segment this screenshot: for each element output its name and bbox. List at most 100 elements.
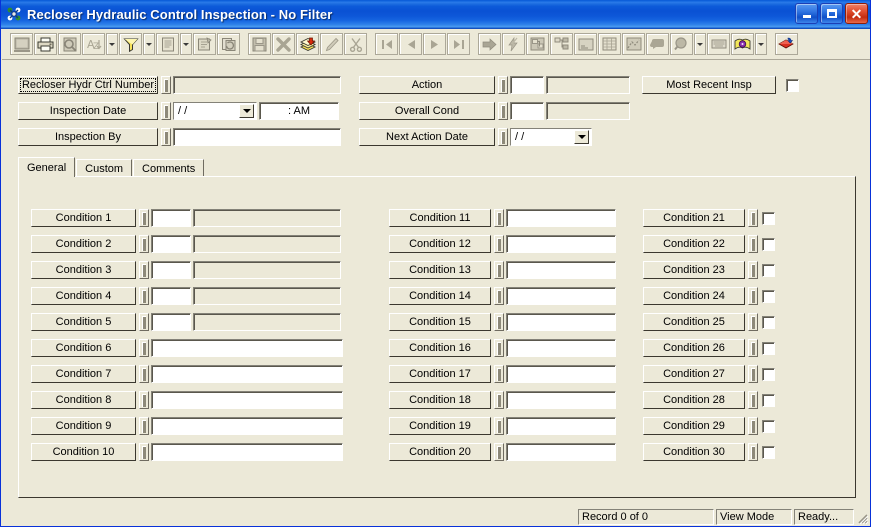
grid-view-icon[interactable] [598,33,621,55]
lightning-icon[interactable] [502,33,525,55]
filter-funnel-icon[interactable] [119,33,142,55]
condition-27-handle[interactable] [748,365,758,383]
condition-22-handle[interactable] [748,235,758,253]
title-bar[interactable]: Recloser Hydraulic Control Inspection - … [1,0,870,29]
condition-24-label-button[interactable]: Condition 24 [643,287,745,305]
sort-icon[interactable]: A Z [82,33,105,55]
condition-1-description-field[interactable] [193,209,341,227]
condition-28-label-button[interactable]: Condition 28 [643,391,745,409]
condition-28-handle[interactable] [748,391,758,409]
condition-18-label-button[interactable]: Condition 18 [389,391,491,409]
action-description-field[interactable] [546,76,630,94]
condition-24-checkbox[interactable] [762,289,775,303]
condition-27-checkbox[interactable] [762,367,775,381]
condition-4-label-button[interactable]: Condition 4 [31,287,136,305]
condition-5-label-button[interactable]: Condition 5 [31,313,136,331]
inspection-date-label-button[interactable]: Inspection Date [18,102,158,120]
condition-22-checkbox[interactable] [762,237,775,251]
condition-19-label-button[interactable]: Condition 19 [389,417,491,435]
condition-2-code-field[interactable] [151,235,191,253]
previous-record-icon[interactable] [399,33,422,55]
related-records-icon[interactable] [526,33,549,55]
condition-30-handle[interactable] [748,443,758,461]
recloser-number-handle[interactable] [161,76,171,94]
condition-4-handle[interactable] [139,287,149,305]
overall-cond-label-button[interactable]: Overall Cond [359,102,495,120]
condition-14-field[interactable] [506,287,616,305]
condition-6-handle[interactable] [139,339,149,357]
condition-12-label-button[interactable]: Condition 12 [389,235,491,253]
condition-2-description-field[interactable] [193,235,341,253]
condition-11-field[interactable] [506,209,616,227]
condition-16-handle[interactable] [494,339,504,357]
condition-3-handle[interactable] [139,261,149,279]
condition-23-checkbox[interactable] [762,263,775,277]
overall-cond-handle[interactable] [498,102,508,120]
condition-24-handle[interactable] [748,287,758,305]
action-label-button[interactable]: Action [359,76,495,94]
search-magnifier-icon[interactable] [670,33,693,55]
maximize-button[interactable] [820,3,843,24]
condition-12-field[interactable] [506,235,616,253]
recloser-number-label-button[interactable]: Recloser Hydr Ctrl Number [18,76,158,94]
condition-12-handle[interactable] [494,235,504,253]
overall-cond-description-field[interactable] [546,102,630,120]
condition-8-handle[interactable] [139,391,149,409]
condition-18-handle[interactable] [494,391,504,409]
condition-11-handle[interactable] [494,209,504,227]
cut-scissors-icon[interactable] [344,33,367,55]
inspection-date-handle[interactable] [161,102,171,120]
condition-29-checkbox[interactable] [762,419,775,433]
minimize-button[interactable] [795,3,818,24]
condition-8-field[interactable] [151,391,343,409]
print-icon[interactable] [34,33,57,55]
condition-10-label-button[interactable]: Condition 10 [31,443,136,461]
last-record-icon[interactable] [447,33,470,55]
condition-26-checkbox[interactable] [762,341,775,355]
condition-2-label-button[interactable]: Condition 2 [31,235,136,253]
resize-grip[interactable] [855,511,869,525]
goto-icon[interactable] [478,33,501,55]
condition-22-label-button[interactable]: Condition 22 [643,235,745,253]
condition-7-label-button[interactable]: Condition 7 [31,365,136,383]
condition-5-description-field[interactable] [193,313,341,331]
most-recent-insp-checkbox[interactable] [786,78,799,92]
condition-2-handle[interactable] [139,235,149,253]
condition-20-field[interactable] [506,443,616,461]
condition-8-label-button[interactable]: Condition 8 [31,391,136,409]
action-handle[interactable] [498,76,508,94]
tab-general[interactable]: General [18,157,76,177]
condition-10-handle[interactable] [139,443,149,461]
keyboard-icon[interactable] [707,33,730,55]
inspection-by-field[interactable] [173,128,341,146]
filter-dropdown-arrow[interactable] [143,33,155,55]
condition-7-field[interactable] [151,365,343,383]
condition-14-handle[interactable] [494,287,504,305]
condition-23-handle[interactable] [748,261,758,279]
close-button[interactable]: ✕ [845,3,868,24]
first-record-icon[interactable] [375,33,398,55]
condition-15-handle[interactable] [494,313,504,331]
help-book-icon[interactable] [731,33,754,55]
hierarchy-icon[interactable] [550,33,573,55]
condition-26-handle[interactable] [748,339,758,357]
condition-25-handle[interactable] [748,313,758,331]
condition-29-label-button[interactable]: Condition 29 [643,417,745,435]
tab-custom[interactable]: Custom [76,159,133,177]
condition-4-description-field[interactable] [193,287,341,305]
properties-icon[interactable] [193,33,216,55]
condition-3-code-field[interactable] [151,261,191,279]
next-action-date-combo[interactable]: / / [510,128,592,146]
comment-icon[interactable] [646,33,669,55]
report-dropdown-arrow[interactable] [180,33,192,55]
tab-comments[interactable]: Comments [133,159,205,177]
condition-15-field[interactable] [506,313,616,331]
condition-5-handle[interactable] [139,313,149,331]
search-dropdown-arrow[interactable] [694,33,706,55]
condition-13-label-button[interactable]: Condition 13 [389,261,491,279]
condition-25-label-button[interactable]: Condition 25 [643,313,745,331]
condition-18-field[interactable] [506,391,616,409]
print-preview-icon[interactable] [58,33,81,55]
condition-6-field[interactable] [151,339,343,357]
condition-14-label-button[interactable]: Condition 14 [389,287,491,305]
